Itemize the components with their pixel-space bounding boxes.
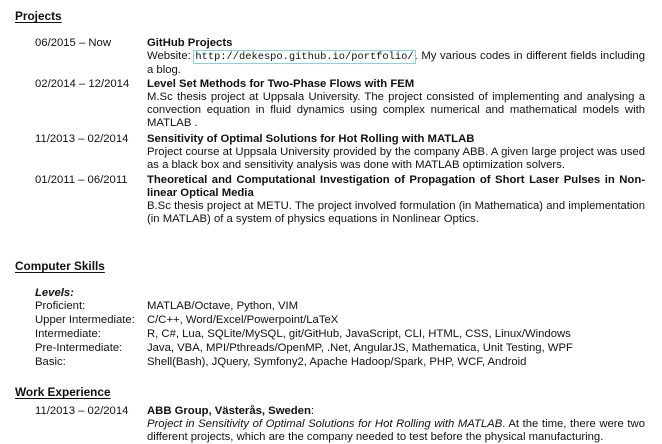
project-date: 06/2015 – Now [35, 37, 111, 49]
project-body: Level Set Methods for Two-Phase Flows wi… [147, 78, 645, 130]
work-experience-heading: Work Experience [15, 385, 111, 399]
skill-level: Basic: [35, 356, 66, 368]
project-date: 02/2014 – 12/2014 [35, 78, 130, 90]
project-date: 01/2011 – 06/2011 [35, 174, 128, 186]
project-description: Website: http://dekespo.github.io/portfo… [147, 49, 645, 77]
skill-level: Intermediate: [35, 328, 101, 340]
work-employer: ABB Group, Västerås, Sweden [147, 405, 311, 417]
work-employer-suffix: : [310, 405, 314, 417]
project-title: GitHub Projects [147, 37, 233, 49]
work-project-title: Project in Sensitivity of Optimal Soluti… [147, 417, 503, 430]
skill-level: Pre-Intermediate: [35, 342, 123, 354]
skill-row: Intermediate: R, C#, Lua, SQLite/MySQL, … [0, 328, 662, 341]
project-body: Sensitivity of Optimal Solutions for Hot… [147, 133, 645, 172]
work-description: Project in Sensitivity of Optimal Soluti… [147, 418, 645, 444]
project-title: Theoretical and Computational Investigat… [147, 174, 645, 199]
project-date: 11/2013 – 02/2014 [35, 133, 129, 145]
project-body: Theoretical and Computational Investigat… [147, 174, 645, 226]
work-body: ABB Group, Västerås, Sweden: Project in … [147, 405, 645, 444]
skill-items: MATLAB/Octave, Python, VIM [147, 300, 299, 312]
project-title: Level Set Methods for Two-Phase Flows wi… [147, 78, 415, 90]
levels-label: Levels: [35, 287, 74, 299]
website-label: Website: [147, 49, 191, 62]
skill-items: C/C++, Word/Excel/Powerpoint/LaTeX [147, 314, 339, 326]
skill-level: Proficient: [35, 300, 86, 312]
skill-row: Upper Intermediate: C/C++, Word/Excel/Po… [0, 314, 662, 327]
skill-items: Shell(Bash), JQuery, Symfony2, Apache Ha… [147, 356, 527, 368]
work-date: 11/2013 – 02/2014 [35, 405, 129, 417]
project-body: GitHub Projects Website: http://dekespo.… [147, 37, 645, 77]
skill-level: Upper Intermediate: [35, 314, 135, 326]
skill-items: R, C#, Lua, SQLite/MySQL, git/GitHub, Ja… [147, 328, 571, 340]
project-title: Sensitivity of Optimal Solutions for Hot… [147, 133, 475, 145]
project-description: B.Sc thesis project at METU. The project… [147, 199, 645, 225]
computer-skills-heading: Computer Skills [15, 259, 105, 273]
skill-row: Pre-Intermediate: Java, VBA, MPI/Pthread… [0, 342, 662, 355]
skill-items: Java, VBA, MPI/Pthreads/OpenMP, .Net, An… [147, 342, 573, 354]
project-description: M.Sc thesis project at Uppsala Universit… [147, 90, 645, 129]
skill-row: Proficient: MATLAB/Octave, Python, VIM [0, 300, 662, 313]
projects-heading: Projects [15, 9, 62, 23]
project-description: Project course at Uppsala University pro… [147, 145, 645, 171]
skill-row: Basic: Shell(Bash), JQuery, Symfony2, Ap… [0, 356, 662, 369]
work-employer-line: ABB Group, Västerås, Sweden: [147, 405, 645, 418]
portfolio-link[interactable]: http://dekespo.github.io/portfolio/ [193, 49, 416, 64]
